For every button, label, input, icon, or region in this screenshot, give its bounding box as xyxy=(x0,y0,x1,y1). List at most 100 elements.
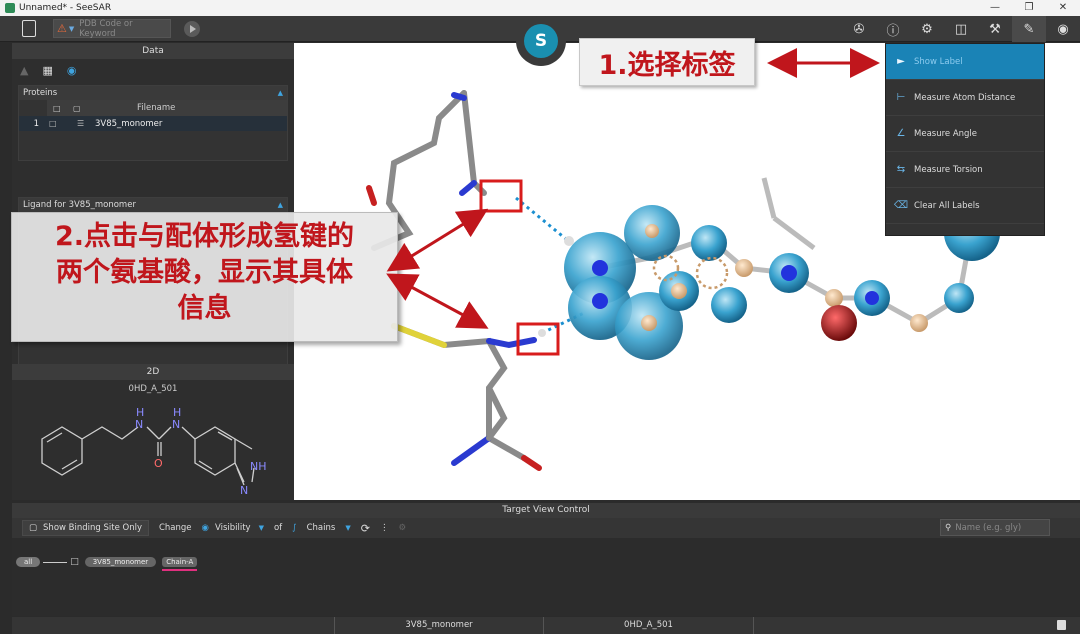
residue-search-input[interactable]: ⚲ Name (e.g. gly) xyxy=(940,519,1050,536)
menu-item-label: Measure Angle xyxy=(914,128,978,139)
minimize-icon[interactable]: — xyxy=(978,0,1012,16)
menu-item-label: Clear All Labels xyxy=(914,200,980,211)
proteins-table-header: □ ▢ Filename xyxy=(47,100,287,116)
annotation-step-2-line-1: 2.点击与配体形成氢键的 xyxy=(54,221,355,252)
toolbar-right-icons: ✇ ⓘ ⚙ ◫ ⚒ ✎ ◉ xyxy=(842,16,1080,42)
atom-label: N xyxy=(172,418,180,431)
menu-item-label: Measure Torsion xyxy=(914,164,983,175)
proteins-title: Proteins xyxy=(23,88,58,98)
eye-icon: ◉ xyxy=(201,523,209,533)
chains-label: Chains xyxy=(306,523,336,533)
tree-node-protein[interactable]: 3V85_monomer xyxy=(84,557,157,567)
table-row[interactable]: 1 □ ☰ 3V85_monomer xyxy=(19,116,287,131)
twod-panel-header: 2D xyxy=(12,364,294,380)
refresh-icon[interactable]: ⟳ xyxy=(361,522,370,535)
torsion-icon: ⇆ xyxy=(896,164,906,175)
target-view-control-toolbar: ▢ Show Binding Site Only Change ◉ Visibi… xyxy=(12,518,1080,538)
molecule-name: 0HD_A_501 xyxy=(128,384,178,394)
target-view-control-header: Target View Control xyxy=(12,503,1080,518)
of-label: of xyxy=(273,523,283,533)
seesar-logo-glyph: S xyxy=(524,24,558,58)
collapse-icon[interactable]: ▲ xyxy=(278,86,283,100)
gear-icon[interactable]: ⚙ xyxy=(910,16,944,42)
indazole-benzene-ring xyxy=(194,426,236,476)
save-icon[interactable]: ▦ xyxy=(42,64,52,77)
title-bar: Unnamed* - SeeSAR — ❐ ✕ xyxy=(0,0,1080,16)
chain-tree: all □ 3V85_monomer Chain-A xyxy=(16,557,198,571)
proteins-section: Proteins ▲ □ ▢ Filename 1 □ ☰ 3V85_monom… xyxy=(18,85,288,161)
twod-panel: 2D 0HD_A_501 H N H N O NH N xyxy=(12,364,294,500)
trash-icon: ⌫ xyxy=(893,200,909,211)
chevron-down-icon: ▼ xyxy=(258,524,264,532)
protein-type-column-icon: □ xyxy=(53,103,61,113)
binding-site-icon: ▢ xyxy=(29,523,38,533)
window-controls: — ❐ ✕ xyxy=(978,0,1080,16)
play-button[interactable] xyxy=(184,21,200,37)
menu-item-clear-all-labels[interactable]: ⌫ Clear All Labels xyxy=(886,188,1044,224)
pdb-search-input[interactable]: ⚠ ▼ PDB Code or Keyword xyxy=(53,19,171,39)
app-window: Unnamed* - SeeSAR — ❐ ✕ ⚠ ▼ PDB Code or … xyxy=(0,0,1080,634)
target-view-control: Target View Control ▢ Show Binding Site … xyxy=(12,503,1080,616)
status-ligand: 0HD_A_501 xyxy=(544,617,754,634)
seesar-logo[interactable]: S xyxy=(516,16,566,66)
proteins-section-header[interactable]: Proteins ▲ xyxy=(19,86,287,100)
chains-dropdown[interactable]: ∫ Chains ▼ xyxy=(292,523,351,533)
helix-icon: ∫ xyxy=(292,523,297,533)
atom-label: N xyxy=(135,418,143,431)
tree-connector xyxy=(43,561,68,563)
chevron-down-icon[interactable]: ▼ xyxy=(69,25,74,33)
ligand-title: Ligand for 3V85_monomer xyxy=(23,200,136,210)
proteins-table: □ ▢ Filename 1 □ ☰ 3V85_monomer xyxy=(19,100,287,160)
measure-dropdown-menu: ► Show Label ⊢ Measure Atom Distance ∠ M… xyxy=(885,43,1045,236)
tree-node-chain[interactable]: Chain-A xyxy=(162,557,198,571)
annotation-step-2-line-2: 两个氨基酸，显示其具体 xyxy=(56,257,353,288)
chevron-down-icon: ▼ xyxy=(345,524,351,532)
atom-label: O xyxy=(154,457,163,470)
import-icon[interactable]: ▲ xyxy=(20,64,28,77)
annotation-step-2-line-3: 信息 xyxy=(177,293,232,324)
show-binding-site-only-button[interactable]: ▢ Show Binding Site Only xyxy=(22,520,149,536)
molecule-2d-drawing: H N H N O NH N xyxy=(41,406,267,497)
visibility-label: Visibility xyxy=(214,523,251,533)
tools-icon[interactable]: ⚒ xyxy=(978,16,1012,42)
filename-column-header[interactable]: Filename xyxy=(137,103,175,113)
row-index: 1 xyxy=(33,118,39,129)
protein-node-icon: □ xyxy=(70,557,79,567)
visibility-dropdown[interactable]: ◉ Visibility ▼ xyxy=(202,523,264,533)
tree-node-all[interactable]: all xyxy=(16,557,41,567)
window-title: Unnamed* - SeeSAR xyxy=(19,3,112,13)
status-protein: 3V85_monomer xyxy=(334,617,544,634)
menu-item-label: Show Label xyxy=(914,56,963,67)
list-icon: ☰ xyxy=(77,119,85,128)
eye-icon[interactable]: ◉ xyxy=(1046,16,1080,42)
atom-label: N xyxy=(240,484,248,497)
ruler-icon: ⊢ xyxy=(896,92,906,103)
warning-icon: ⚠ xyxy=(57,22,67,35)
settings-disabled-icon: ⚙ xyxy=(398,523,407,533)
eye-filter-icon[interactable]: ◉ xyxy=(67,64,77,77)
ligand-section-header[interactable]: Ligand for 3V85_monomer ▲ xyxy=(19,198,287,212)
monitor-icon[interactable]: ◫ xyxy=(944,16,978,42)
menu-item-measure-torsion[interactable]: ⇆ Measure Torsion xyxy=(886,152,1044,188)
close-icon[interactable]: ✕ xyxy=(1046,0,1080,16)
menu-item-show-label[interactable]: ► Show Label xyxy=(886,44,1044,80)
comment-column-icon: ▢ xyxy=(73,103,81,113)
megaphone-icon[interactable]: ✇ xyxy=(842,16,876,42)
info-icon[interactable]: ⓘ xyxy=(876,16,910,42)
restore-icon[interactable]: ❐ xyxy=(1012,0,1046,16)
angle-icon: ∠ xyxy=(896,128,906,139)
menu-item-label: Measure Atom Distance xyxy=(914,92,1016,103)
annotation-step-2: 2.点击与配体形成氢键的 两个氨基酸，显示其具体 信息 xyxy=(11,212,398,342)
menu-item-measure-angle[interactable]: ∠ Measure Angle xyxy=(886,116,1044,152)
tag-icon: ► xyxy=(897,56,905,67)
scatter-icon[interactable]: ⋮ xyxy=(380,523,389,533)
atom-label: NH xyxy=(250,460,267,473)
message-icon[interactable] xyxy=(1057,620,1066,630)
measure-tools-icon[interactable]: ✎ xyxy=(1012,16,1046,42)
collapse-icon[interactable]: ▲ xyxy=(278,198,283,212)
hbond-highlight-box-1 xyxy=(479,179,523,213)
protein-filename: 3V85_monomer xyxy=(95,118,163,129)
file-icon[interactable] xyxy=(22,20,36,37)
benzene-ring xyxy=(41,426,83,476)
menu-item-measure-atom-distance[interactable]: ⊢ Measure Atom Distance xyxy=(886,80,1044,116)
